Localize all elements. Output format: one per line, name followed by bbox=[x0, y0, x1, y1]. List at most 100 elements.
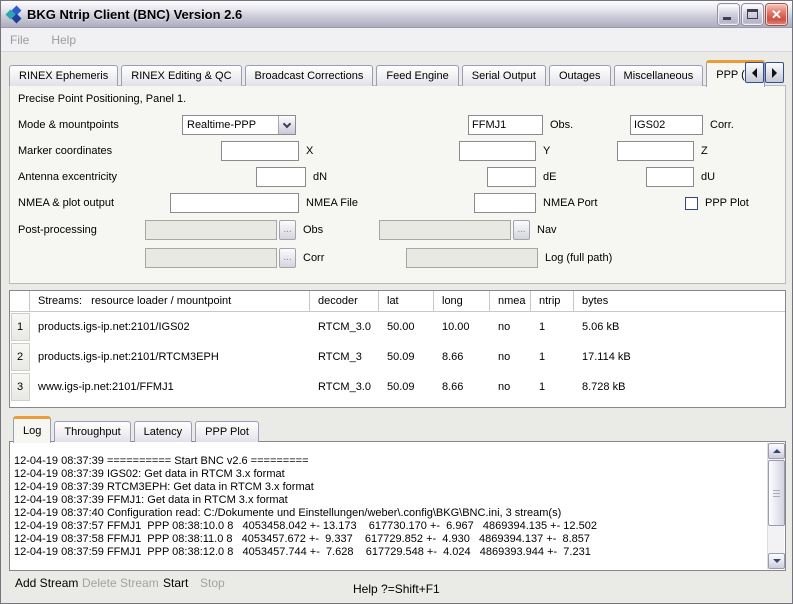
post-corr-label: Corr bbox=[303, 248, 324, 268]
title-bar[interactable]: BKG Ntrip Client (BNC) Version 2.6 ✕ bbox=[1, 1, 792, 28]
post-nav-input[interactable] bbox=[379, 220, 511, 240]
scrollbar-down-button[interactable] bbox=[768, 553, 785, 569]
table-row[interactable]: 3 www.igs-ip.net:2101/FFMJ1 RTCM_3.0 50.… bbox=[10, 372, 785, 402]
de-label: dE bbox=[543, 167, 556, 187]
header-long[interactable]: long bbox=[434, 291, 490, 311]
antenna-de-field: dE bbox=[487, 167, 556, 187]
tab-outages[interactable]: Outages bbox=[549, 65, 611, 86]
antenna-du-input[interactable] bbox=[646, 167, 694, 187]
row-post-processing-1: Post-processing ... Obs ... Nav bbox=[10, 220, 785, 240]
table-row[interactable]: 2 products.igs-ip.net:2101/RTCM3EPH RTCM… bbox=[10, 342, 785, 372]
tab-scroll-left-button[interactable] bbox=[745, 62, 764, 83]
mode-combo-field: Realtime-PPP bbox=[182, 115, 296, 135]
stop-button[interactable]: Stop bbox=[200, 576, 225, 590]
menu-help[interactable]: Help bbox=[51, 33, 76, 47]
nmea-file-input[interactable] bbox=[170, 193, 299, 213]
tab-ppp-plot[interactable]: PPP Plot bbox=[195, 421, 259, 442]
log-line: 12-04-19 08:37:39 IGS02: Get data in RTC… bbox=[14, 468, 763, 481]
tab-scroll-right-button[interactable] bbox=[765, 62, 784, 83]
header-bytes[interactable]: bytes bbox=[574, 291, 785, 311]
post-corr-field: ... Corr bbox=[145, 248, 324, 268]
marker-x-input[interactable] bbox=[221, 141, 299, 161]
marker-y-field: Y bbox=[459, 141, 550, 161]
post-log-field: Log (full path) bbox=[406, 248, 612, 268]
post-log-input[interactable] bbox=[406, 248, 538, 268]
cell-lat: 50.00 bbox=[379, 321, 434, 333]
header-decoder[interactable]: decoder bbox=[310, 291, 379, 311]
post-corr-browse-button[interactable]: ... bbox=[279, 248, 296, 268]
post-nav-browse-button[interactable]: ... bbox=[513, 220, 530, 240]
top-tab-bar: RINEX Ephemeris RINEX Editing & QC Broad… bbox=[9, 60, 768, 86]
tab-miscellaneous[interactable]: Miscellaneous bbox=[614, 65, 704, 86]
tab-throughput[interactable]: Throughput bbox=[54, 421, 130, 442]
cell-ntrip: 1 bbox=[531, 321, 574, 333]
z-label: Z bbox=[701, 141, 708, 161]
nmea-port-field: NMEA Port bbox=[474, 193, 597, 213]
obs-mountpoint-field: Obs. bbox=[468, 115, 573, 135]
header-nmea[interactable]: nmea bbox=[490, 291, 531, 311]
minimize-icon bbox=[723, 17, 731, 20]
add-stream-button[interactable]: Add Stream bbox=[15, 576, 78, 590]
corr-mountpoint-input[interactable] bbox=[630, 115, 703, 135]
header-lat[interactable]: lat bbox=[379, 291, 434, 311]
arrow-down-icon bbox=[773, 559, 781, 563]
log-scrollbar[interactable] bbox=[767, 443, 784, 569]
footer-bar: Add Stream Delete Stream Start Stop Help… bbox=[1, 576, 792, 602]
table-row[interactable]: 1 products.igs-ip.net:2101/IGS02 RTCM_3.… bbox=[10, 312, 785, 342]
antenna-dn-field: dN bbox=[256, 167, 327, 187]
nmea-file-label: NMEA File bbox=[306, 193, 358, 213]
minimize-button[interactable] bbox=[718, 4, 739, 25]
row-post-processing-2: ... Corr Log (full path) bbox=[10, 248, 785, 268]
tab-log[interactable]: Log bbox=[13, 416, 51, 443]
delete-stream-button[interactable]: Delete Stream bbox=[82, 576, 159, 590]
tab-broadcast-corrections[interactable]: Broadcast Corrections bbox=[245, 65, 374, 86]
tab-rinex-ephemeris[interactable]: RINEX Ephemeris bbox=[9, 65, 118, 86]
header-mountpoint[interactable]: Streams: resource loader / mountpoint bbox=[30, 291, 310, 311]
menu-file[interactable]: File bbox=[10, 33, 29, 47]
chevron-down-icon bbox=[283, 119, 291, 127]
post-processing-label: Post-processing bbox=[18, 220, 97, 240]
start-button[interactable]: Start bbox=[163, 576, 188, 590]
row-antenna-excentricity: Antenna excentricity dN dE dU bbox=[10, 167, 785, 187]
antenna-du-field: dU bbox=[646, 167, 715, 187]
post-obs-input[interactable] bbox=[145, 220, 277, 240]
cell-decoder: RTCM_3.0 bbox=[310, 381, 379, 393]
cell-bytes: 8.728 kB bbox=[574, 381, 785, 393]
panel-caption: Precise Point Positioning, Panel 1. bbox=[18, 93, 186, 105]
ppp-plot-checkbox[interactable] bbox=[685, 197, 698, 210]
post-corr-input[interactable] bbox=[145, 248, 277, 268]
menu-bar: File Help bbox=[1, 28, 792, 52]
log-text[interactable]: 12-04-19 08:37:39 ========== Start BNC v… bbox=[14, 446, 763, 568]
combo-dropdown-button[interactable] bbox=[278, 116, 295, 134]
cell-mountpoint: products.igs-ip.net:2101/RTCM3EPH bbox=[30, 351, 310, 363]
tab-serial-output[interactable]: Serial Output bbox=[462, 65, 546, 86]
tab-rinex-editing-qc[interactable]: RINEX Editing & QC bbox=[121, 65, 241, 86]
tab-feed-engine[interactable]: Feed Engine bbox=[376, 65, 458, 86]
post-log-label: Log (full path) bbox=[545, 248, 612, 268]
log-line: 12-04-19 08:37:58 FFMJ1 PPP 08:38:11.0 8… bbox=[14, 533, 763, 546]
scrollbar-thumb[interactable] bbox=[768, 460, 785, 526]
obs-mountpoint-input[interactable] bbox=[468, 115, 543, 135]
nmea-port-label: NMEA Port bbox=[543, 193, 597, 213]
cell-mountpoint: products.igs-ip.net:2101/IGS02 bbox=[30, 321, 310, 333]
mode-combobox[interactable]: Realtime-PPP bbox=[182, 115, 296, 135]
maximize-button[interactable] bbox=[742, 4, 763, 25]
marker-z-input[interactable] bbox=[617, 141, 694, 161]
header-ntrip[interactable]: ntrip bbox=[531, 291, 574, 311]
scrollbar-up-button[interactable] bbox=[768, 443, 785, 459]
log-line: 12-04-19 08:37:57 FFMJ1 PPP 08:38:10.0 8… bbox=[14, 520, 763, 533]
cell-ntrip: 1 bbox=[531, 351, 574, 363]
log-panel: 12-04-19 08:37:39 ========== Start BNC v… bbox=[9, 441, 786, 571]
close-button[interactable]: ✕ bbox=[766, 4, 787, 25]
marker-y-input[interactable] bbox=[459, 141, 536, 161]
post-nav-label: Nav bbox=[537, 220, 557, 240]
cell-long: 10.00 bbox=[434, 321, 490, 333]
nmea-port-input[interactable] bbox=[474, 193, 536, 213]
cell-lat: 50.09 bbox=[379, 351, 434, 363]
post-obs-browse-button[interactable]: ... bbox=[279, 220, 296, 240]
cell-bytes: 17.114 kB bbox=[574, 351, 785, 363]
tab-latency[interactable]: Latency bbox=[134, 421, 193, 442]
antenna-dn-input[interactable] bbox=[256, 167, 306, 187]
cell-bytes: 5.06 kB bbox=[574, 321, 785, 333]
antenna-de-input[interactable] bbox=[487, 167, 536, 187]
